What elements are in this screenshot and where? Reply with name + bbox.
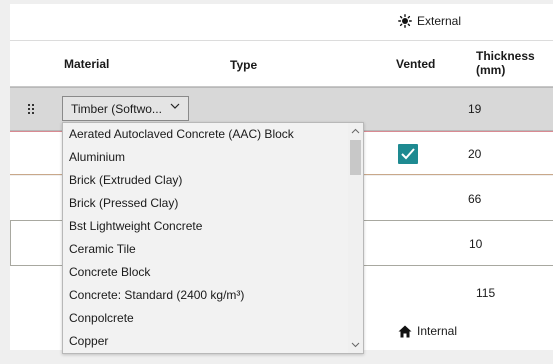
header-thickness-line1: Thickness [476, 49, 535, 63]
chevron-down-icon [170, 103, 180, 109]
thickness-value[interactable]: 19 [468, 102, 481, 116]
scroll-down-icon[interactable] [351, 340, 360, 349]
thickness-value[interactable]: 66 [468, 192, 481, 206]
header-type[interactable]: Type [230, 58, 257, 72]
material-combobox[interactable]: Timber (Softwo... [62, 96, 189, 121]
drag-handle-icon[interactable] [28, 104, 36, 114]
material-dropdown-list[interactable]: Aerated Autoclaved Concrete (AAC) Block … [62, 122, 364, 354]
dropdown-option[interactable]: Ceramic Tile [69, 242, 136, 256]
dropdown-option[interactable]: Concrete Block [69, 265, 150, 279]
scroll-up-icon[interactable] [351, 127, 360, 136]
header-vented[interactable]: Vented [396, 57, 435, 71]
dropdown-option[interactable]: Bst Lightweight Concrete [69, 219, 202, 233]
dropdown-scrollbar[interactable] [348, 123, 363, 353]
vented-checkbox[interactable] [398, 144, 418, 164]
dropdown-option[interactable]: Brick (Extruded Clay) [69, 173, 182, 187]
header-material[interactable]: Material [64, 57, 109, 71]
internal-label: Internal [398, 324, 457, 338]
dropdown-option[interactable]: Concrete: Standard (2400 kg/m³) [69, 288, 244, 302]
scroll-thumb[interactable] [350, 140, 361, 175]
sun-icon [398, 14, 412, 28]
external-label: External [398, 14, 461, 28]
external-bar: External [10, 4, 553, 40]
dropdown-option[interactable]: Aluminium [69, 150, 125, 164]
thickness-value[interactable]: 115 [476, 286, 495, 300]
external-text: External [417, 14, 462, 28]
header-thickness-line2: (mm) [476, 63, 506, 77]
thickness-value[interactable]: 20 [468, 147, 481, 161]
checkmark-icon [401, 148, 415, 160]
dropdown-option[interactable]: Conpolcrete [69, 311, 134, 325]
house-icon [398, 325, 412, 337]
internal-text: Internal [417, 324, 458, 338]
dropdown-option[interactable]: Brick (Pressed Clay) [69, 196, 178, 210]
material-combobox-value: Timber (Softwo... [71, 101, 162, 116]
table-header: Material Type Vented Thickness (mm) [10, 40, 553, 87]
thickness-value[interactable]: 10 [469, 237, 482, 251]
dropdown-option[interactable]: Copper [69, 334, 108, 348]
layers-panel: External Material Type Vented Thickness … [0, 0, 553, 364]
dropdown-option[interactable]: Aerated Autoclaved Concrete (AAC) Block [69, 127, 294, 141]
header-thickness[interactable]: Thickness (mm) [476, 49, 535, 77]
